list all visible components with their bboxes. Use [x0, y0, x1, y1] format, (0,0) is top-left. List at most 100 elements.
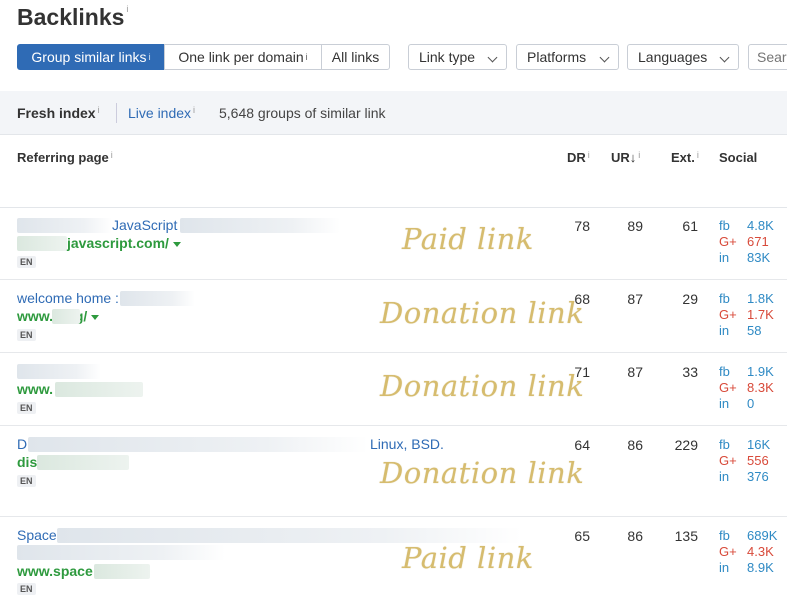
ur-value: 86: [627, 437, 643, 453]
divider: [116, 103, 117, 123]
info-icon: i: [638, 150, 641, 160]
page-title-link[interactable]: Space: [17, 527, 57, 543]
paid-link-stamp: Paid link: [402, 541, 534, 575]
info-icon: i: [587, 150, 590, 160]
google-plus-count: 556: [747, 453, 769, 468]
linkedin-count: 376: [747, 469, 769, 484]
ext-header[interactable]: Ext. i: [671, 150, 699, 165]
donation-link-stamp: Donation link: [380, 456, 585, 490]
google-plus-label: G+: [719, 380, 737, 395]
url-dropdown-icon[interactable]: [91, 314, 100, 320]
ext-value: 229: [674, 437, 698, 453]
table-row: welcome home : www. .org/ EN Donation li…: [0, 280, 787, 353]
redacted-text: [17, 218, 112, 233]
url-dropdown-icon[interactable]: [172, 241, 181, 247]
facebook-count: 4.8K: [747, 218, 774, 233]
info-icon: i: [305, 52, 308, 62]
page-title-link-end[interactable]: Linux, BSD.: [370, 436, 444, 452]
referring-page-header[interactable]: Referring page i: [17, 150, 113, 165]
ext-value: 33: [682, 364, 698, 380]
fresh-index-tab[interactable]: Fresh index i: [17, 105, 100, 121]
table-row: www. .net/ EN Donation link 71 87 33 fb …: [0, 353, 787, 426]
linkedin-label: in: [719, 396, 730, 411]
redacted-text: [52, 309, 80, 324]
facebook-label: fb: [719, 291, 730, 306]
search-input[interactable]: [748, 44, 787, 70]
dr-value: 68: [574, 291, 590, 307]
redacted-text: [37, 455, 129, 470]
language-badge: EN: [17, 583, 36, 595]
facebook-count: 1.9K: [747, 364, 774, 379]
redacted-text: [55, 382, 143, 397]
paid-link-stamp: Paid link: [402, 222, 534, 256]
page-url-link[interactable]: javascript.com/: [67, 235, 181, 251]
index-bar: Fresh index i Live index i 5,648 groups of…: [0, 91, 787, 135]
google-plus-label: G+: [719, 453, 737, 468]
page-title-link[interactable]: welcome home :: [17, 290, 119, 306]
page-title: Backlinks i: [17, 4, 129, 30]
info-icon: i: [696, 150, 699, 160]
info-icon: i: [193, 105, 196, 115]
google-plus-label: G+: [719, 234, 737, 249]
live-index-link[interactable]: Live index i: [128, 105, 195, 121]
redacted-text: [17, 545, 225, 560]
linkedin-count: 8.9K: [747, 560, 774, 575]
facebook-count: 689K: [747, 528, 778, 543]
chevron-down-icon: [487, 52, 498, 63]
facebook-label: fb: [719, 218, 730, 233]
facebook-count: 1.8K: [747, 291, 774, 306]
google-plus-count: 8.3K: [747, 380, 774, 395]
dr-value: 65: [574, 528, 590, 544]
languages-dropdown[interactable]: Languages: [627, 44, 739, 70]
google-plus-count: 4.3K: [747, 544, 774, 559]
google-plus-count: 1.7K: [747, 307, 774, 322]
page-title-link[interactable]: D: [17, 436, 27, 452]
info-icon: i: [97, 105, 100, 115]
group-similar-links-tab[interactable]: Group similar links i: [17, 44, 165, 70]
one-link-per-domain-tab[interactable]: One link per domain i: [164, 44, 322, 70]
ur-value: 86: [627, 528, 643, 544]
redacted-text: [17, 236, 67, 251]
info-icon: i: [110, 150, 113, 160]
facebook-label: fb: [719, 528, 730, 543]
page-title-link[interactable]: JavaScript: [112, 217, 177, 233]
ext-value: 61: [682, 218, 698, 234]
language-badge: EN: [17, 475, 36, 487]
info-icon: i: [126, 4, 129, 14]
dr-value: 78: [574, 218, 590, 234]
ur-header[interactable]: UR↓ i: [611, 150, 640, 165]
linkedin-label: in: [719, 323, 730, 338]
linkedin-count: 0: [747, 396, 755, 411]
dr-value: 64: [574, 437, 590, 453]
info-icon: i: [148, 52, 151, 62]
linkedin-label: in: [719, 560, 730, 575]
ur-value: 87: [627, 364, 643, 380]
language-badge: EN: [17, 329, 36, 341]
platforms-dropdown[interactable]: Platforms: [516, 44, 619, 70]
ur-value: 87: [627, 291, 643, 307]
linkedin-count: 83K: [747, 250, 771, 265]
language-badge: EN: [17, 256, 36, 268]
facebook-label: fb: [719, 437, 730, 452]
linkedin-count: 58: [747, 323, 762, 338]
linkedin-label: in: [719, 250, 730, 265]
facebook-label: fb: [719, 364, 730, 379]
ur-value: 89: [627, 218, 643, 234]
filter-toolbar: Group similar links i One link per domain…: [17, 44, 787, 71]
facebook-count: 16K: [747, 437, 771, 452]
ext-value: 29: [682, 291, 698, 307]
redacted-text: [94, 564, 150, 579]
groups-count: 5,648 groups of similar link: [219, 105, 386, 121]
language-badge: EN: [17, 402, 36, 414]
redacted-text: [120, 291, 195, 306]
social-header: Social: [719, 150, 758, 165]
table-row: JavaScript javascript.com/ EN Paid link …: [0, 208, 787, 280]
all-links-tab[interactable]: All links: [321, 44, 390, 70]
redacted-text: [180, 218, 340, 233]
dr-header[interactable]: DR i: [567, 150, 590, 165]
link-type-dropdown[interactable]: Link type: [408, 44, 507, 70]
google-plus-count: 671: [747, 234, 769, 249]
sort-desc-icon: ↓: [629, 150, 637, 165]
chevron-down-icon: [719, 52, 730, 63]
table-row: D Linux, BSD. dis / EN Donation link 64 …: [0, 426, 787, 517]
